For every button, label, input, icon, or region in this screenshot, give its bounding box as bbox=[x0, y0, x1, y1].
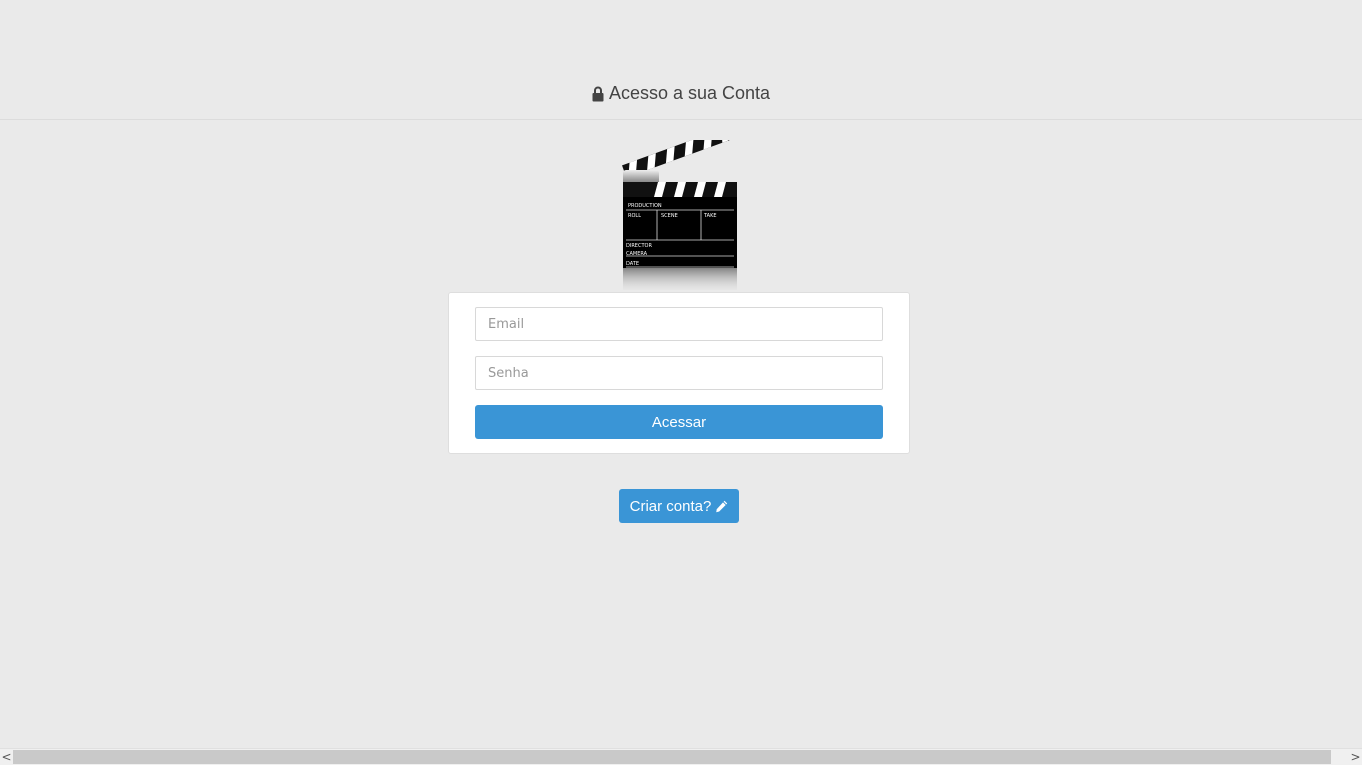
clapper-roll-label: ROLL bbox=[628, 213, 641, 219]
login-card: Acessar bbox=[448, 292, 910, 454]
scroll-thumb[interactable] bbox=[13, 750, 1331, 764]
create-account-button[interactable]: Criar conta? bbox=[619, 489, 739, 523]
scroll-right-arrow[interactable]: > bbox=[1349, 749, 1362, 765]
page-title: Acesso a sua Conta bbox=[0, 83, 1362, 104]
clapper-scene-label: SCENE bbox=[661, 213, 678, 219]
scroll-left-arrow[interactable]: < bbox=[0, 749, 13, 765]
clapper-camera-label: CAMERA bbox=[626, 251, 648, 257]
clapper-production-label: PRODUCTION bbox=[628, 203, 662, 209]
film-clapperboard-icon: PRODUCTION ROLL SCENE TAKE DIRECTOR CAME… bbox=[622, 140, 737, 290]
page-header: Acesso a sua Conta bbox=[0, 0, 1362, 120]
lock-icon bbox=[592, 86, 604, 101]
login-submit-button[interactable]: Acessar bbox=[475, 405, 883, 439]
email-input[interactable] bbox=[475, 307, 883, 341]
clapper-director-label: DIRECTOR bbox=[626, 243, 652, 249]
horizontal-scrollbar[interactable]: < > bbox=[0, 748, 1362, 765]
password-input[interactable] bbox=[475, 356, 883, 390]
clapper-take-label: TAKE bbox=[703, 213, 717, 219]
create-account-label: Criar conta? bbox=[629, 497, 712, 515]
page-title-text: Acesso a sua Conta bbox=[608, 83, 771, 103]
clapper-date-label: DATE bbox=[626, 261, 639, 267]
pencil-icon bbox=[716, 500, 728, 512]
